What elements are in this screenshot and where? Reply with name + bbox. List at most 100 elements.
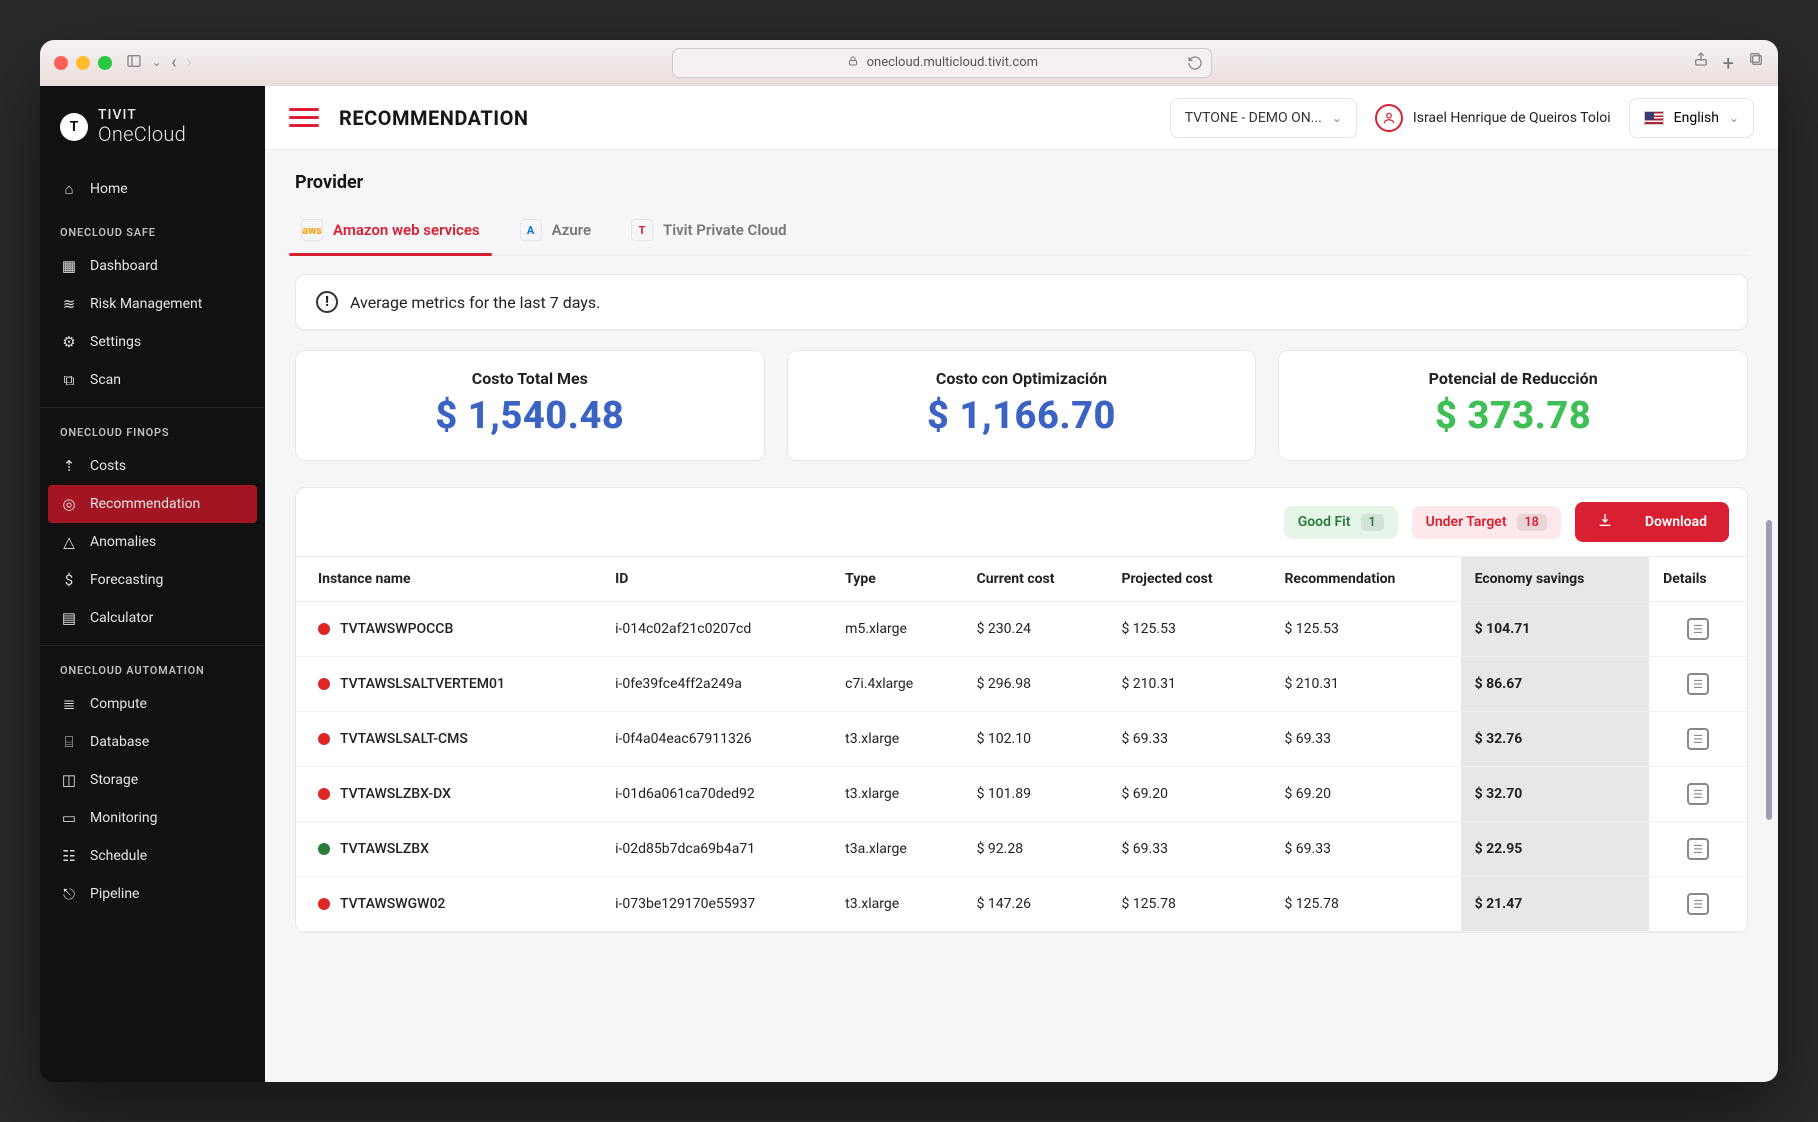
- window-zoom-icon[interactable]: [98, 56, 112, 70]
- sidebar-item-recommendation[interactable]: ◎Recommendation: [48, 485, 257, 523]
- projected-cost: $ 69.33: [1107, 712, 1270, 767]
- user-menu[interactable]: Israel Henrique de Queiros Toloi: [1375, 104, 1611, 132]
- sidebar-item-label: Anomalies: [90, 534, 156, 550]
- status-dot-icon: [318, 623, 330, 635]
- current-cost: $ 296.98: [963, 657, 1108, 712]
- refresh-icon[interactable]: [1187, 55, 1203, 75]
- economy-savings: $ 21.47: [1461, 877, 1650, 932]
- economy-savings: $ 86.67: [1461, 657, 1650, 712]
- sidebar-item-label: Pipeline: [90, 886, 140, 902]
- download-button[interactable]: Download: [1575, 502, 1729, 542]
- sidebar-item-storage[interactable]: ◫Storage: [40, 761, 265, 799]
- sidebar-item-scan[interactable]: ⧉Scan: [40, 361, 265, 399]
- aws-logo-icon: aws: [301, 219, 323, 241]
- tabs-overview-icon[interactable]: [1748, 51, 1764, 75]
- col-current: Current cost: [963, 557, 1108, 602]
- badge-label: Under Target: [1426, 514, 1507, 530]
- language-select[interactable]: English ⌄: [1629, 98, 1754, 138]
- instance-name: TVTAWSWPOCCB: [340, 621, 453, 637]
- sidebar-item-anomalies[interactable]: △Anomalies: [40, 523, 265, 561]
- status-dot-icon: [318, 898, 330, 910]
- col-economy: Economy savings: [1461, 557, 1650, 602]
- sidebar-item-monitoring[interactable]: ▭ Monitoring: [40, 799, 265, 837]
- address-url: onecloud.multicloud.tivit.com: [867, 55, 1038, 70]
- instance-id: i-0f4a04eac67911326: [601, 712, 831, 767]
- monitoring-icon: ▭: [60, 809, 78, 827]
- sidebar-item-database[interactable]: ⌸Database: [40, 723, 265, 761]
- details-button[interactable]: ☰: [1687, 783, 1709, 805]
- azure-logo-icon: A: [520, 219, 542, 241]
- current-cost: $ 102.10: [963, 712, 1108, 767]
- brand-logo-icon: T: [60, 113, 88, 141]
- recommendation-cost: $ 210.31: [1270, 657, 1460, 712]
- sidebar-item-label: Forecasting: [90, 572, 163, 588]
- sidebar-item-pipeline[interactable]: ⎋Pipeline: [40, 875, 265, 913]
- sidebar-item-label: Home: [90, 181, 128, 197]
- share-icon[interactable]: [1693, 51, 1709, 75]
- sidebar-item-label: Storage: [90, 772, 138, 788]
- status-dot-icon: [318, 843, 330, 855]
- window-minimize-icon[interactable]: [76, 56, 90, 70]
- sidebar-item-home[interactable]: ⌂ Home: [40, 170, 265, 208]
- chevron-down-icon[interactable]: ⌄: [152, 56, 161, 69]
- page-title: RECOMMENDATION: [339, 106, 529, 130]
- filter-good-fit[interactable]: Good Fit 1: [1284, 506, 1398, 539]
- nav-back-icon[interactable]: ‹: [171, 52, 176, 73]
- instance-name: TVTAWSLZBX: [340, 841, 429, 857]
- details-button[interactable]: ☰: [1687, 893, 1709, 915]
- table-row: TVTAWSLSALT-CMSi-0f4a04eac67911326t3.xla…: [296, 712, 1747, 767]
- col-recommendation: Recommendation: [1270, 557, 1460, 602]
- details-button[interactable]: ☰: [1687, 618, 1709, 640]
- sidebar-item-risk-management[interactable]: ≋ Risk Management: [40, 285, 265, 323]
- tab-tivit-private-cloud[interactable]: TTivit Private Cloud: [625, 209, 793, 255]
- table-row: TVTAWSLZBX-DXi-01d6a061ca70ded92t3.xlarg…: [296, 767, 1747, 822]
- browser-titlebar: ⌄ ‹ › onecloud.multicloud.tivit.com +: [40, 40, 1778, 86]
- sidebar-item-dashboard[interactable]: ▦Dashboard: [40, 247, 265, 285]
- tab-amazon-web-services[interactable]: awsAmazon web services: [295, 209, 486, 255]
- economy-savings: $ 32.70: [1461, 767, 1650, 822]
- sidebar-item-costs[interactable]: ⇡Costs: [40, 447, 265, 485]
- sidebar-item-label: Schedule: [90, 848, 147, 864]
- filter-under-target[interactable]: Under Target 18: [1412, 506, 1561, 539]
- sidebar-item-label: Risk Management: [90, 296, 202, 312]
- metric-card: Costo Total Mes$ 1,540.48: [295, 350, 765, 461]
- table-row: TVTAWSWPOCCBi-014c02af21c0207cdm5.xlarge…: [296, 602, 1747, 657]
- sidebar-item-label: Monitoring: [90, 810, 158, 826]
- instance-id: i-014c02af21c0207cd: [601, 602, 831, 657]
- details-button[interactable]: ☰: [1687, 673, 1709, 695]
- details-button[interactable]: ☰: [1687, 728, 1709, 750]
- instance-id: i-01d6a061ca70ded92: [601, 767, 831, 822]
- address-bar[interactable]: onecloud.multicloud.tivit.com: [672, 48, 1212, 78]
- sidebar-item-schedule[interactable]: ☷ Schedule: [40, 837, 265, 875]
- recommendation-cost: $ 125.78: [1270, 877, 1460, 932]
- metric-card: Costo con Optimización$ 1,166.70: [787, 350, 1257, 461]
- current-cost: $ 92.28: [963, 822, 1108, 877]
- sidebar-section-title: ONECLOUD SAFE: [40, 208, 265, 247]
- window-close-icon[interactable]: [54, 56, 68, 70]
- sidebar-item-settings[interactable]: ⚙Settings: [40, 323, 265, 361]
- sidebar-item-compute[interactable]: ≣Compute: [40, 685, 265, 723]
- new-tab-icon[interactable]: +: [1723, 51, 1734, 75]
- details-button[interactable]: ☰: [1687, 838, 1709, 860]
- badge-count: 18: [1517, 514, 1547, 531]
- sidebar-item-label: Scan: [90, 372, 121, 388]
- tab-azure[interactable]: AAzure: [514, 209, 597, 255]
- calculator-icon: ▤: [60, 609, 78, 627]
- tenant-select[interactable]: TVTONE - DEMO ON... ⌄: [1170, 98, 1357, 138]
- sidebar-item-forecasting[interactable]: $ Forecasting: [40, 561, 265, 599]
- schedule-icon: ☷: [60, 847, 78, 865]
- metrics-row: Costo Total Mes$ 1,540.48Costo con Optim…: [295, 350, 1748, 461]
- scrollbar[interactable]: [1766, 300, 1772, 1042]
- risk-icon: ≋: [60, 295, 78, 313]
- forecasting-icon: $: [60, 571, 78, 589]
- recommendation-cost: $ 69.20: [1270, 767, 1460, 822]
- projected-cost: $ 69.20: [1107, 767, 1270, 822]
- menu-toggle-button[interactable]: [289, 103, 319, 133]
- nav-forward-icon[interactable]: ›: [187, 52, 192, 73]
- sidebar-item-calculator[interactable]: ▤Calculator: [40, 599, 265, 637]
- sidebar-toggle-icon[interactable]: [126, 53, 142, 73]
- sidebar-section-title: ONECLOUD FINOPS: [40, 407, 265, 447]
- status-dot-icon: [318, 733, 330, 745]
- economy-savings: $ 32.76: [1461, 712, 1650, 767]
- metric-value: $ 373.78: [1289, 394, 1737, 438]
